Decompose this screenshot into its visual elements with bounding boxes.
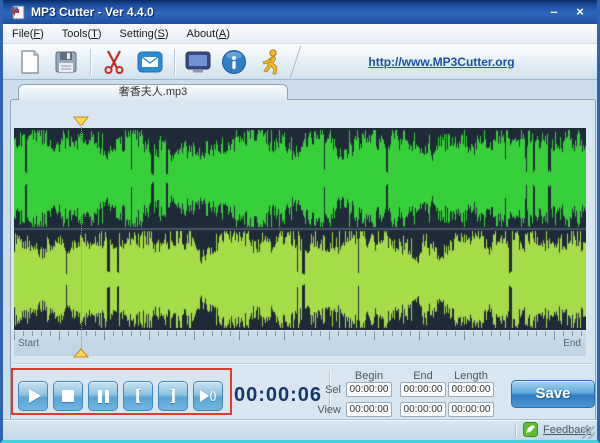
playhead-line <box>81 127 82 357</box>
window-title: MP3 Cutter - Ver 4.4.0 <box>31 5 154 19</box>
view-end-field[interactable]: 00:00:00 <box>400 402 446 417</box>
toolbar-separator <box>174 48 176 75</box>
mark-end-icon: ] <box>169 386 177 405</box>
menu-file[interactable]: File(F) <box>3 26 53 42</box>
elapsed-time-display: 00:00:06 <box>233 384 323 406</box>
toolbar-separator <box>90 48 92 75</box>
messenger-button[interactable] <box>255 47 285 77</box>
cut-button[interactable] <box>99 47 129 77</box>
menu-bar: File(F) Tools(T) Setting(S) About(A) <box>3 24 597 44</box>
mark-begin-button[interactable]: [ <box>123 381 153 411</box>
save-file-button[interactable] <box>51 47 81 77</box>
playhead-bottom-marker-icon[interactable] <box>73 348 89 358</box>
statusbar-separator <box>515 423 517 437</box>
play-button[interactable] <box>18 381 48 411</box>
timeline-ruler: Start End <box>14 331 586 356</box>
menu-setting[interactable]: Setting(S) <box>111 26 178 42</box>
info-button[interactable] <box>219 47 249 77</box>
display-button[interactable] <box>183 47 213 77</box>
waveform-canvas[interactable] <box>14 128 586 330</box>
sel-length-field[interactable]: 00:00:00 <box>448 382 494 397</box>
close-button[interactable]: × <box>569 4 591 21</box>
app-logo-icon <box>10 5 25 19</box>
file-tab[interactable]: 奢香夫人.mp3 <box>18 84 288 100</box>
email-icon <box>137 51 163 72</box>
stop-icon <box>62 390 74 402</box>
messenger-running-man-icon <box>262 48 278 74</box>
play-selection-icon: () <box>199 390 216 402</box>
sel-end-field[interactable]: 00:00:00 <box>400 382 446 397</box>
sel-begin-field[interactable]: 00:00:00 <box>346 382 392 397</box>
toolbar: http://www.MP3Cutter.org <box>3 44 597 80</box>
end-column-header: End <box>413 370 433 382</box>
resize-grip[interactable] <box>582 426 595 439</box>
pause-icon <box>97 389 109 403</box>
mark-end-button[interactable]: ] <box>158 381 188 411</box>
view-begin-field[interactable]: 00:00:00 <box>346 402 392 417</box>
title-bar: MP3 Cutter - Ver 4.4.0 – × <box>3 0 597 24</box>
website-link[interactable]: http://www.MP3Cutter.org <box>300 55 597 69</box>
section-divider <box>14 363 592 365</box>
menu-tools[interactable]: Tools(T) <box>53 26 111 42</box>
pause-button[interactable] <box>88 381 118 411</box>
play-icon <box>28 389 41 403</box>
ruler-minor-ticks <box>14 331 586 336</box>
new-file-button[interactable] <box>15 47 45 77</box>
mark-begin-icon: [ <box>134 386 142 405</box>
feedback-icon[interactable] <box>523 422 538 437</box>
begin-column-header: Begin <box>354 370 384 382</box>
save-icon <box>55 51 77 72</box>
menu-about[interactable]: About(A) <box>177 26 238 42</box>
play-selection-button[interactable]: () <box>193 381 223 411</box>
waveform-display[interactable] <box>14 128 586 330</box>
status-bar: Feedback <box>3 419 597 440</box>
save-button[interactable]: Save <box>511 380 595 408</box>
info-icon <box>222 49 246 74</box>
new-file-icon <box>21 49 39 74</box>
minimize-button[interactable]: – <box>543 4 565 21</box>
email-button[interactable] <box>135 47 165 77</box>
ruler-end-label: End <box>563 338 581 349</box>
display-icon <box>185 51 211 72</box>
ruler-start-label: Start <box>18 338 40 349</box>
stop-button[interactable] <box>53 381 83 411</box>
playhead-top-marker-icon[interactable] <box>73 116 89 126</box>
length-column-header: Length <box>454 370 488 382</box>
scissors-icon <box>104 49 124 74</box>
sel-row-label: Sel <box>325 384 341 396</box>
app-window: MP3 Cutter - Ver 4.4.0 – × File(F) Tools… <box>0 0 600 443</box>
view-row-label: View <box>317 404 341 416</box>
view-length-field[interactable]: 00:00:00 <box>448 402 494 417</box>
